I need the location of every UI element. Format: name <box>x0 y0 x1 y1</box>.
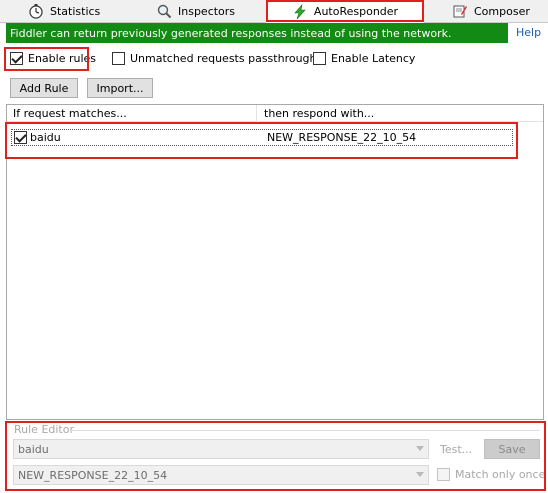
tab-autoresponder[interactable]: AutoResponder <box>266 0 424 23</box>
latency-label: Enable Latency <box>331 52 416 65</box>
save-button[interactable]: Save <box>484 439 540 459</box>
tab-composer-label: Composer <box>474 4 530 18</box>
import-button[interactable]: Import... <box>87 78 153 98</box>
unmatched-label: Unmatched requests passthrough <box>130 52 317 65</box>
info-banner: Fiddler can return previously generated … <box>6 23 508 43</box>
test-button[interactable]: Test... <box>440 443 472 456</box>
rule-editor-title: Rule Editor <box>14 423 74 436</box>
unmatched-check[interactable] <box>112 52 125 65</box>
lightning-icon <box>292 3 308 20</box>
rule-row[interactable]: baidu NEW_RESPONSE_22_10_54 <box>11 129 513 146</box>
chevron-down-icon <box>416 472 424 477</box>
enable-rules-label: Enable rules <box>28 52 97 65</box>
rule-enabled-check[interactable] <box>14 131 27 144</box>
latency-check[interactable] <box>313 52 326 65</box>
tab-statistics-label: Statistics <box>50 4 101 18</box>
match-combobox-value: baidu <box>18 442 49 456</box>
rules-list[interactable]: If request matches... then respond with.… <box>6 104 544 420</box>
match-only-once-checkbox[interactable]: Match only once <box>437 468 545 481</box>
rule-match-cell: baidu <box>30 131 61 144</box>
response-combobox[interactable]: NEW_RESPONSE_22_10_54 <box>13 465 429 485</box>
unmatched-passthrough-checkbox[interactable]: Unmatched requests passthrough <box>112 52 317 65</box>
response-combobox-value: NEW_RESPONSE_22_10_54 <box>18 468 168 482</box>
add-rule-button[interactable]: Add Rule <box>10 78 78 98</box>
column-header-response[interactable]: then respond with... <box>258 105 543 122</box>
rule-response-cell: NEW_RESPONSE_22_10_54 <box>267 131 417 144</box>
enable-rules-checkbox[interactable]: Enable rules <box>10 52 96 65</box>
enable-rules-check[interactable] <box>10 52 23 65</box>
column-header-match[interactable]: If request matches... <box>7 105 257 122</box>
chevron-down-icon <box>416 446 424 451</box>
enable-latency-checkbox[interactable]: Enable Latency <box>313 52 415 65</box>
rule-editor-divider <box>70 430 540 431</box>
tab-statistics[interactable]: Statistics <box>28 0 100 22</box>
tab-inspectors[interactable]: Inspectors <box>156 0 235 22</box>
composer-icon <box>452 3 468 19</box>
match-combobox[interactable]: baidu <box>13 439 429 459</box>
tab-composer[interactable]: Composer <box>452 0 530 22</box>
tab-autoresponder-label: AutoResponder <box>313 5 399 18</box>
help-link[interactable]: Help <box>516 26 541 39</box>
stopwatch-icon <box>28 3 44 19</box>
match-only-once-check[interactable] <box>437 468 450 481</box>
match-only-once-label: Match only once <box>455 468 546 481</box>
magnifier-icon <box>156 3 172 19</box>
tab-inspectors-label: Inspectors <box>178 4 236 18</box>
